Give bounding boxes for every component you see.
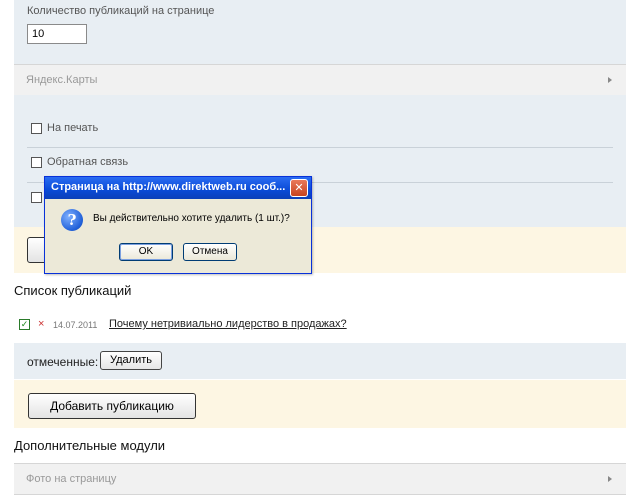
divider [27, 147, 613, 148]
dialog-titlebar[interactable]: Страница на http://www.direktweb.ru сооб… [45, 177, 311, 199]
feedback-label: Обратная связь [47, 156, 129, 168]
publication-title-link[interactable]: Почему нетривиально лидерство в продажах… [109, 318, 347, 330]
publications-title: Список публикаций [14, 283, 132, 298]
delete-icon[interactable]: × [38, 318, 44, 330]
feedback-checkbox[interactable] [31, 157, 42, 168]
delete-selected-button[interactable]: Удалить [100, 351, 162, 370]
marked-label: отмеченные: [27, 355, 99, 369]
photo-module-label: Фото на страницу [26, 473, 117, 485]
ok-button[interactable]: OK [119, 243, 173, 261]
yandex-maps-row[interactable]: Яндекс.Карты [14, 64, 626, 96]
third-option-checkbox[interactable] [31, 192, 42, 203]
chevron-right-icon [608, 77, 612, 83]
yandex-maps-label: Яндекс.Карты [26, 74, 98, 86]
per-page-label: Количество публикаций на странице [27, 5, 215, 17]
close-icon[interactable]: ✕ [290, 179, 308, 197]
confirm-dialog: Страница на http://www.direktweb.ru сооб… [44, 176, 312, 274]
chevron-right-icon [608, 476, 612, 482]
publication-date: 14.07.2011 [53, 320, 98, 330]
question-icon: ? [61, 209, 83, 231]
print-label: На печать [47, 122, 99, 134]
cancel-button[interactable]: Отмена [183, 243, 237, 261]
add-publication-button[interactable]: Добавить публикацию [28, 393, 196, 419]
print-checkbox[interactable] [31, 123, 42, 134]
dialog-title: Страница на http://www.direktweb.ru сооб… [51, 181, 286, 193]
photo-module-row[interactable]: Фото на страницу [14, 463, 626, 495]
publication-checkbox[interactable]: ✓ [19, 319, 30, 330]
dialog-message: Вы действительно хотите удалить (1 шт.)? [93, 213, 290, 224]
modules-title: Дополнительные модули [14, 438, 166, 453]
per-page-input[interactable] [27, 24, 87, 44]
